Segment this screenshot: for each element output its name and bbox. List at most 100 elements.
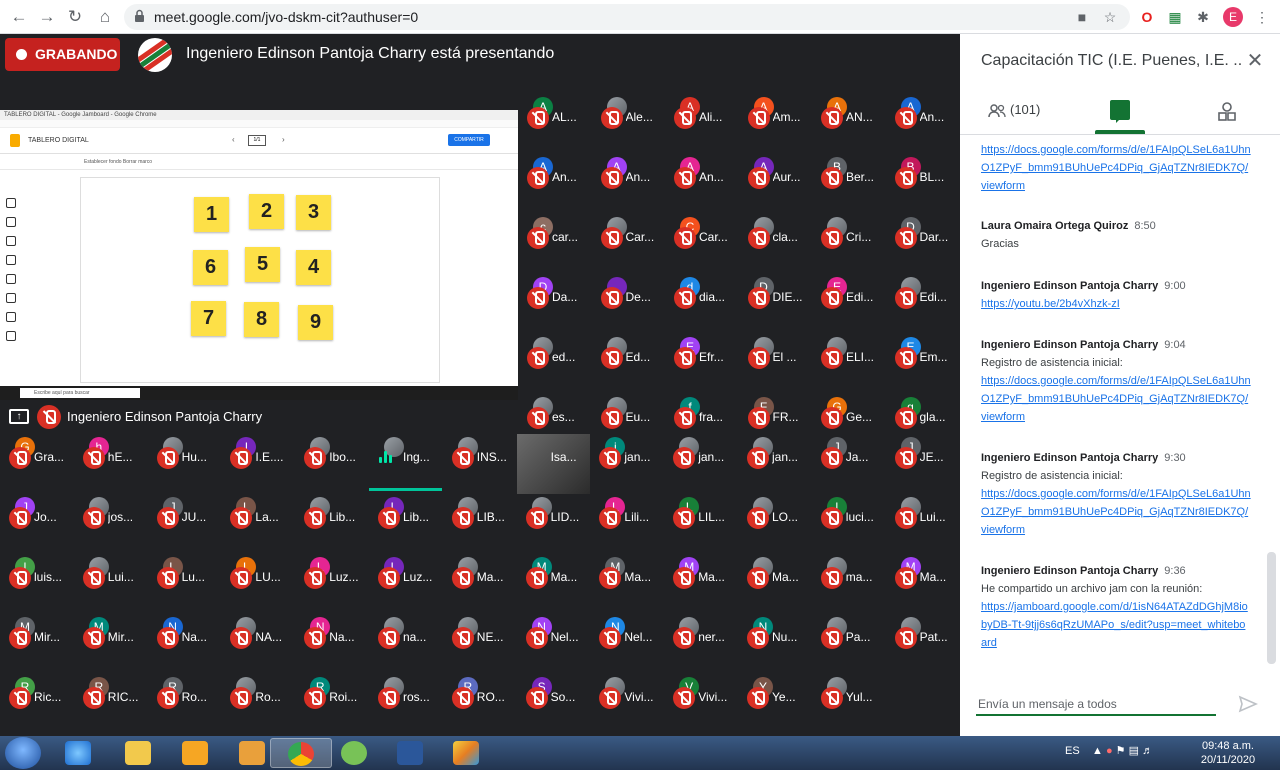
participant-tile[interactable]: Lui... [74, 554, 147, 614]
opera-extension-icon[interactable]: O [1138, 8, 1156, 26]
participant-tile[interactable]: N Nu... [738, 614, 811, 674]
chat-link[interactable]: https://youtu.be/2b4vXhzk-zI [981, 298, 1120, 310]
participant-tile[interactable]: B Ber... [812, 154, 885, 214]
participant-tile[interactable]: AAn... [592, 154, 665, 214]
participant-tile[interactable]: A AL... [518, 94, 591, 154]
send-icon[interactable] [1238, 694, 1258, 714]
participant-tile[interactable]: J Ja... [812, 434, 885, 494]
participant-tile[interactable]: h hE... [74, 434, 147, 494]
participant-tile[interactable]: na... [369, 614, 442, 674]
participant-tile[interactable]: J JU... [148, 494, 221, 554]
tray-app-icon[interactable]: ● [1106, 745, 1113, 757]
taskbar-ie[interactable] [48, 738, 110, 768]
network-icon[interactable]: ▤ [1129, 745, 1139, 757]
participant-tile[interactable]: R RIC... [74, 674, 147, 734]
forward-icon[interactable]: → [36, 6, 58, 28]
participant-tile[interactable]: Ibo... [295, 434, 368, 494]
close-icon[interactable]: ✕ [1245, 50, 1265, 72]
participant-tile[interactable]: ELI... [812, 334, 885, 394]
participant-tile[interactable]: R Ric... [0, 674, 73, 734]
participant-tile[interactable]: jos... [74, 494, 147, 554]
participant-tile[interactable]: NNel... [590, 614, 663, 674]
participant-tile[interactable]: AAn... [886, 94, 959, 154]
participant-tile[interactable]: M Ma... [517, 554, 590, 614]
participant-tile[interactable]: NE... [443, 614, 516, 674]
taskbar-paint2[interactable] [436, 738, 498, 768]
participant-tile[interactable]: jan... [738, 434, 811, 494]
activities-icon[interactable] [1217, 102, 1237, 122]
participant-tile[interactable]: Pat... [886, 614, 959, 674]
participant-tile[interactable]: Isa... [516, 434, 590, 494]
participant-tile[interactable]: Ing... [369, 434, 442, 491]
participant-tile[interactable]: AAn... [518, 154, 591, 214]
camera-icon[interactable]: ■ [1073, 8, 1091, 26]
participant-tile[interactable]: C Car... [665, 214, 738, 274]
participant-tile[interactable]: c car... [518, 214, 591, 274]
participant-tile[interactable]: ma... [812, 554, 885, 614]
participant-tile[interactable]: AAm... [739, 94, 812, 154]
participant-tile[interactable]: J JE... [886, 434, 959, 494]
chat-link[interactable]: https://docs.google.com/forms/d/e/1FAIpQ… [981, 144, 1251, 192]
participant-tile[interactable]: j jan... [590, 434, 663, 494]
participant-tile[interactable]: LIB... [443, 494, 516, 554]
participant-tile[interactable]: NA... [221, 614, 294, 674]
participant-tile[interactable]: AAn... [665, 154, 738, 214]
participant-tile[interactable]: L LIL... [664, 494, 737, 554]
participant-tile[interactable]: El ... [739, 334, 812, 394]
participant-tile[interactable]: Cri... [812, 214, 885, 274]
participant-tile[interactable]: l luci... [812, 494, 885, 554]
participant-tile[interactable]: M Mir... [0, 614, 73, 674]
participant-tile[interactable]: SSo... [517, 674, 590, 734]
participant-tile[interactable]: Car... [592, 214, 665, 274]
chat-link[interactable]: https://jamboard.google.com/d/1isN64ATAZ… [981, 601, 1248, 649]
participant-tile[interactable]: V Vivi... [664, 674, 737, 734]
participant-tile[interactable]: L Lib... [369, 494, 442, 554]
flag-icon[interactable]: ⚑ [1116, 745, 1126, 757]
participant-tile[interactable]: RRo... [148, 674, 221, 734]
profile-avatar[interactable]: E [1223, 7, 1243, 27]
participant-tile[interactable]: NNel... [517, 614, 590, 674]
chat-link[interactable]: https://docs.google.com/forms/d/e/1FAIpQ… [981, 488, 1251, 536]
participant-tile[interactable]: G Gra... [0, 434, 73, 494]
participant-tile[interactable]: I I.E.... [221, 434, 294, 494]
participant-tile[interactable]: E Edi... [812, 274, 885, 334]
sheets-extension-icon[interactable]: ▦ [1166, 8, 1184, 26]
participant-tile[interactable]: ed... [518, 334, 591, 394]
language-indicator[interactable]: ES [1065, 745, 1080, 757]
participant-tile[interactable]: BBL... [886, 154, 959, 214]
taskbar-chrome[interactable] [270, 738, 332, 768]
chat-link[interactable]: https://docs.google.com/forms/d/e/1FAIpQ… [981, 375, 1251, 423]
participant-tile[interactable]: L Lu... [148, 554, 221, 614]
participant-tile[interactable]: J Jo... [0, 494, 73, 554]
participant-tile[interactable]: cla... [739, 214, 812, 274]
participant-tile[interactable]: M Mir... [74, 614, 147, 674]
participant-tile[interactable]: Hu... [148, 434, 221, 494]
participant-tile[interactable]: Ma... [738, 554, 811, 614]
windows-start-button[interactable] [5, 737, 41, 769]
participant-tile[interactable]: L Luz... [369, 554, 442, 614]
participant-tile[interactable]: Y Ye... [738, 674, 811, 734]
taskbar-word[interactable] [380, 738, 442, 768]
participant-tile[interactable]: Ale... [592, 94, 665, 154]
participant-tile[interactable]: M Ma... [886, 554, 959, 614]
participant-tile[interactable]: jan... [664, 434, 737, 494]
participant-tile[interactable]: De... [592, 274, 665, 334]
participant-tile[interactable]: EEm... [886, 334, 959, 394]
taskbar-clock[interactable]: 09:48 a.m. 20/11/2020 [1188, 739, 1268, 767]
reload-icon[interactable]: ↻ [64, 6, 86, 28]
participant-tile[interactable]: NNa... [295, 614, 368, 674]
participant-tile[interactable]: l luis... [0, 554, 73, 614]
participant-tile[interactable]: A AN... [812, 94, 885, 154]
participant-tile[interactable]: R RO... [443, 674, 516, 734]
participant-tile[interactable]: Pa... [812, 614, 885, 674]
chat-input[interactable]: Envía un mensaje a todos [976, 692, 1216, 716]
participant-tile[interactable]: D Da... [518, 274, 591, 334]
chat-scrollbar[interactable] [1267, 552, 1276, 664]
participant-tile[interactable]: R Roi... [295, 674, 368, 734]
menu-icon[interactable]: ⋮ [1253, 8, 1271, 26]
participant-tile[interactable]: Ed... [592, 334, 665, 394]
participant-tile[interactable]: Lib... [295, 494, 368, 554]
tray-arrow-icon[interactable]: ▲ [1092, 745, 1103, 757]
volume-icon[interactable]: ♬ [1142, 745, 1153, 757]
participant-tile[interactable]: DDIE... [739, 274, 812, 334]
